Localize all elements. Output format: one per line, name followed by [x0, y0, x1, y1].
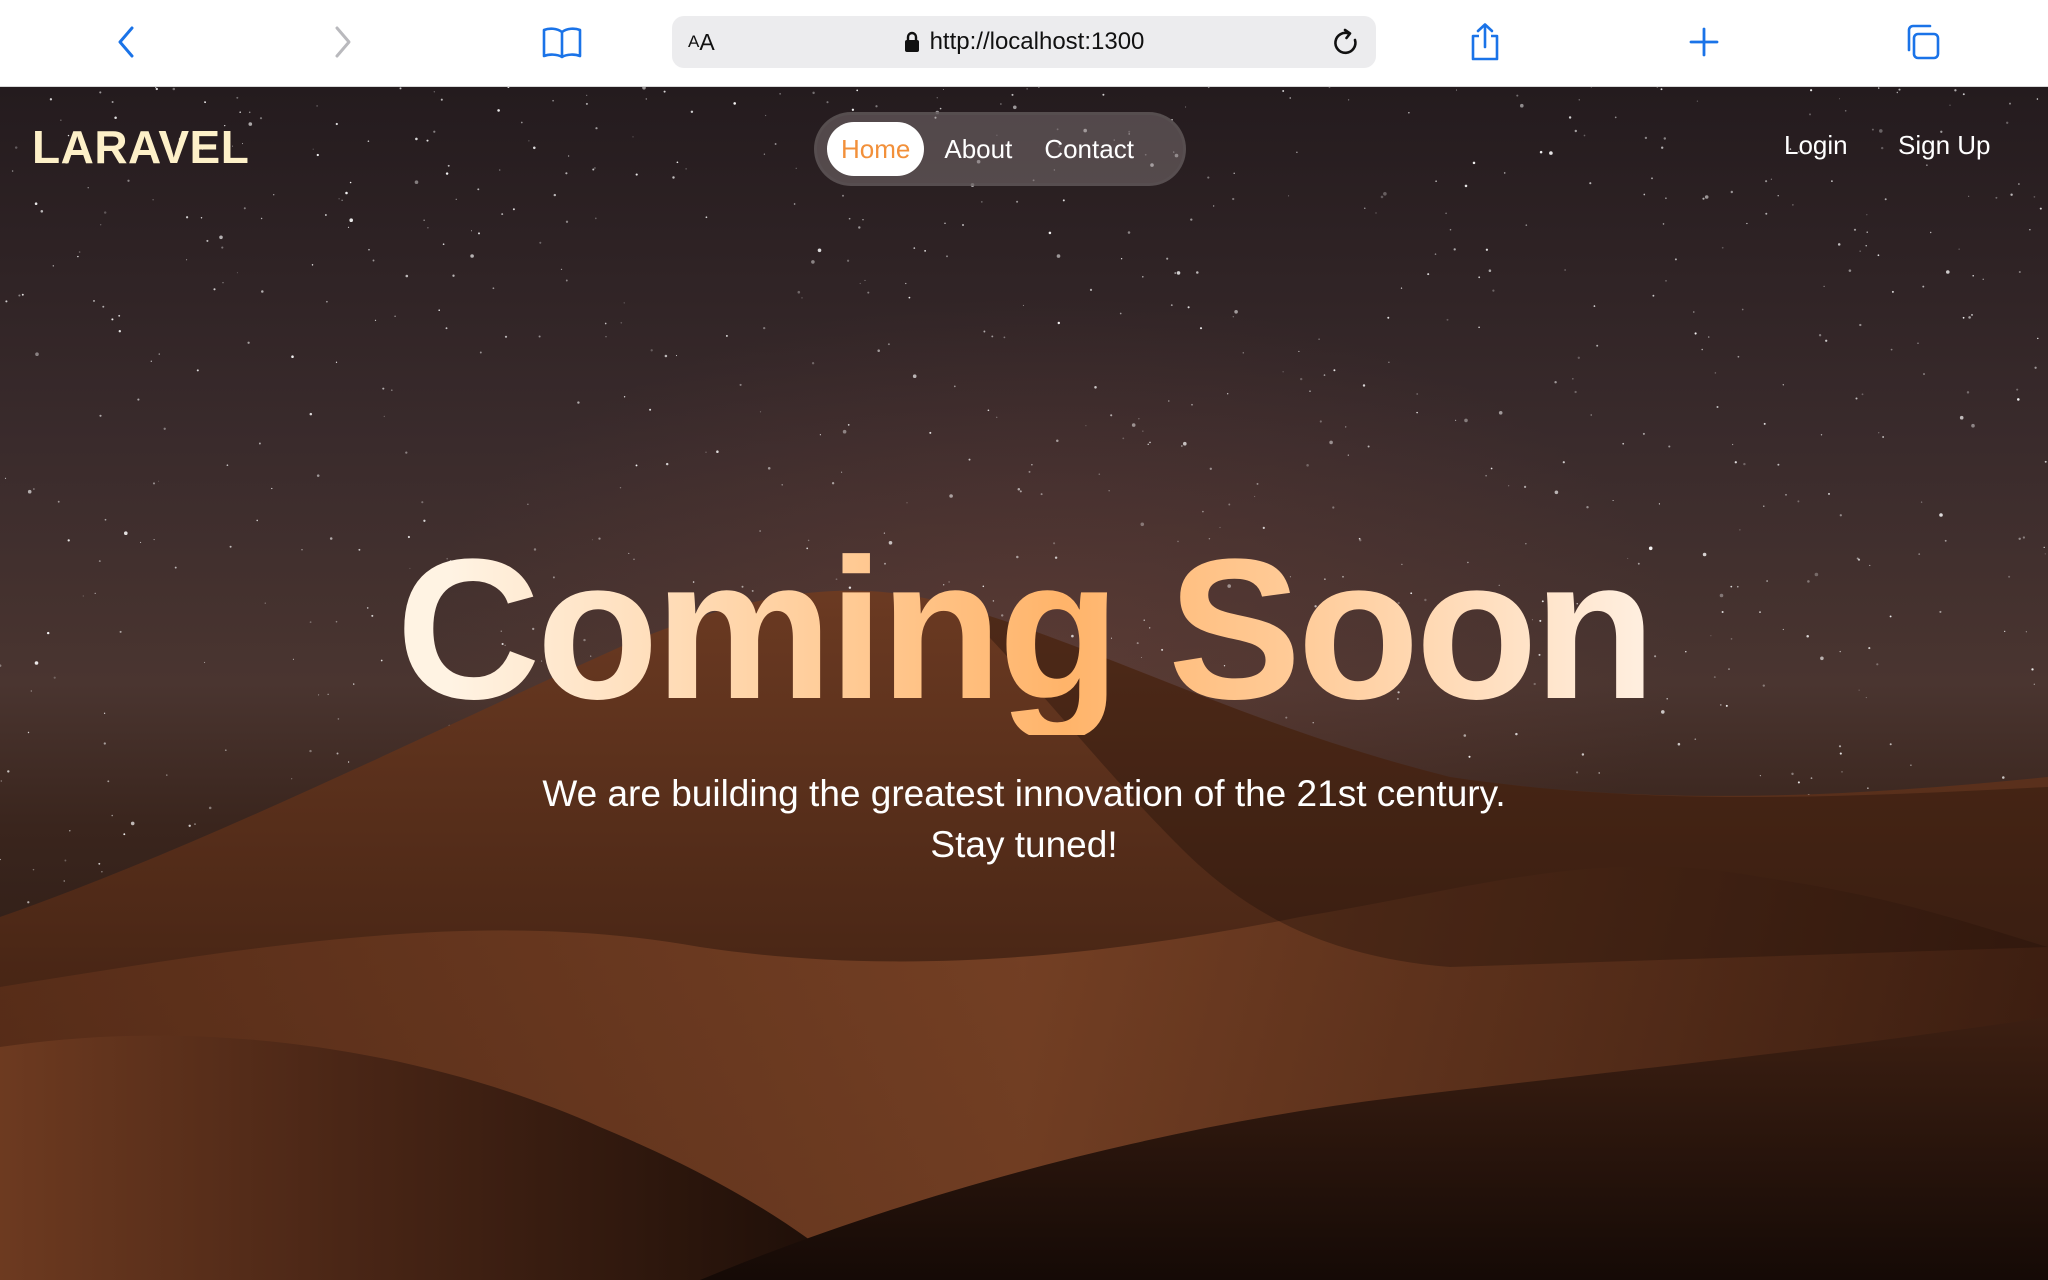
nav-contact-link[interactable]: Contact	[1032, 122, 1146, 176]
tabs-icon	[1907, 24, 1940, 60]
browser-toolbar: AA http://localhost:1300	[0, 0, 2048, 87]
main-nav: Home About Contact	[814, 112, 1186, 186]
url-display: http://localhost:1300	[672, 16, 1376, 68]
new-tab-button[interactable]	[1676, 16, 1732, 68]
book-icon	[542, 27, 582, 59]
reload-icon[interactable]	[1330, 27, 1362, 59]
tabs-button[interactable]	[1894, 16, 1950, 68]
login-link[interactable]: Login	[1784, 130, 1848, 161]
nav-home-link[interactable]: Home	[827, 122, 925, 176]
forward-button[interactable]	[315, 16, 371, 68]
hero-tagline-line1: We are building the greatest innovation …	[542, 773, 1506, 814]
address-bar[interactable]: AA http://localhost:1300	[672, 16, 1376, 68]
hero-tagline: We are building the greatest innovation …	[0, 768, 2048, 870]
plus-icon	[1689, 27, 1719, 57]
back-button[interactable]	[98, 16, 154, 68]
chevron-right-icon	[335, 26, 351, 58]
hero-background: LARAVEL Home About Contact Login Sign Up…	[0, 87, 2048, 1280]
share-button[interactable]	[1457, 16, 1513, 68]
hero-headline: Coming Soon	[0, 525, 2048, 735]
url-text: http://localhost:1300	[929, 28, 1145, 55]
share-icon	[1471, 23, 1499, 61]
hero-tagline-line2: Stay tuned!	[930, 824, 1118, 865]
nav-about-link[interactable]: About	[932, 122, 1024, 176]
signup-link[interactable]: Sign Up	[1898, 130, 1991, 161]
reader-button[interactable]	[534, 16, 590, 68]
site-logo[interactable]: LARAVEL	[32, 120, 249, 174]
lock-icon	[904, 31, 919, 52]
chevron-left-icon	[118, 26, 134, 58]
